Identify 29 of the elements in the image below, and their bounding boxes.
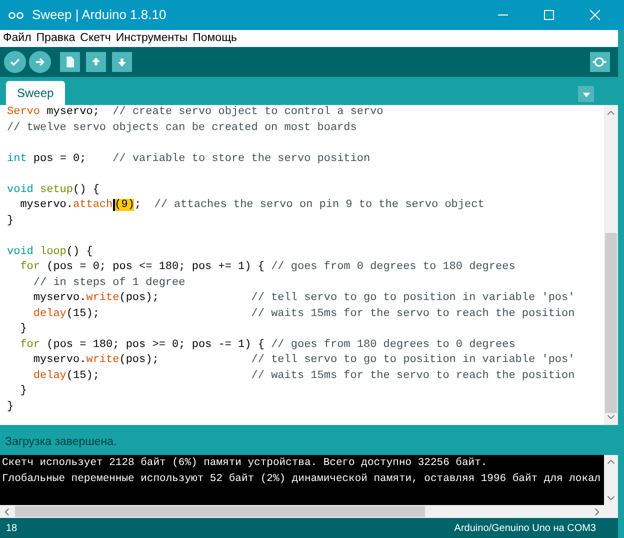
board-port-label: Arduino/Genuino Uno на COM3	[454, 522, 596, 536]
code-line: }	[7, 214, 14, 228]
console-line: Скетч использует 2128 байт (6%) памяти устройства. Всего доступно 32256 байт.	[2, 456, 488, 471]
code-line: }	[19, 384, 27, 399]
code-line: }	[7, 400, 14, 414]
code-line: void loop() {	[7, 244, 93, 260]
status-message: Загрузка завершена.	[5, 435, 117, 450]
code-line: int pos = 0; // variable to store the servo position	[7, 152, 370, 166]
code-line: // in steps of 1 degree	[32, 276, 186, 290]
menu-item[interactable]: Помощь	[192, 30, 238, 48]
code-line: myservo.attach (9); // attaches the servo on pin 9 to the servo object	[19, 198, 484, 213]
code-line: for (pos = 0; pos <= 180; pos += 1) { // goes from 0 degrees to 180 degrees	[19, 260, 516, 275]
menu-item[interactable]: Скетч	[80, 30, 111, 48]
code-line: Servo myservo; // create servo object to control a servo	[7, 105, 384, 120]
console-line: Глобальные переменные используют 52 байт (2%) динамической памяти, оставляя 1996 байт для локал	[2, 472, 601, 486]
code-line: myservo.write(pos); // tell servo to go to position in variable 'pos'	[32, 353, 575, 368]
menu-item[interactable]: Правка	[36, 30, 76, 48]
code-line: for (pos = 180; pos >= 0; pos -= 1) { // goes from 180 degrees to 0 degrees	[19, 338, 516, 352]
code-line: }	[19, 322, 27, 337]
window-title: Sweep | Arduino 1.8.10	[32, 6, 166, 24]
menu-item[interactable]: Инструменты	[116, 30, 188, 48]
code-line: void setup() {	[7, 182, 100, 198]
code-line: // twelve servo objects can be created on most boards	[7, 120, 357, 136]
code-line: myservo.write(pos); // tell servo to go to position in variable 'pos'	[32, 291, 575, 306]
line-number: 18	[6, 522, 18, 536]
code-line: delay(15); // waits 15ms for the servo to reach the position	[32, 368, 575, 384]
code-line: delay(15); // waits 15ms for the servo to reach the position	[32, 306, 575, 322]
file-tab[interactable]: Sweep	[6, 81, 65, 105]
menu-item[interactable]: Файл	[3, 30, 32, 48]
